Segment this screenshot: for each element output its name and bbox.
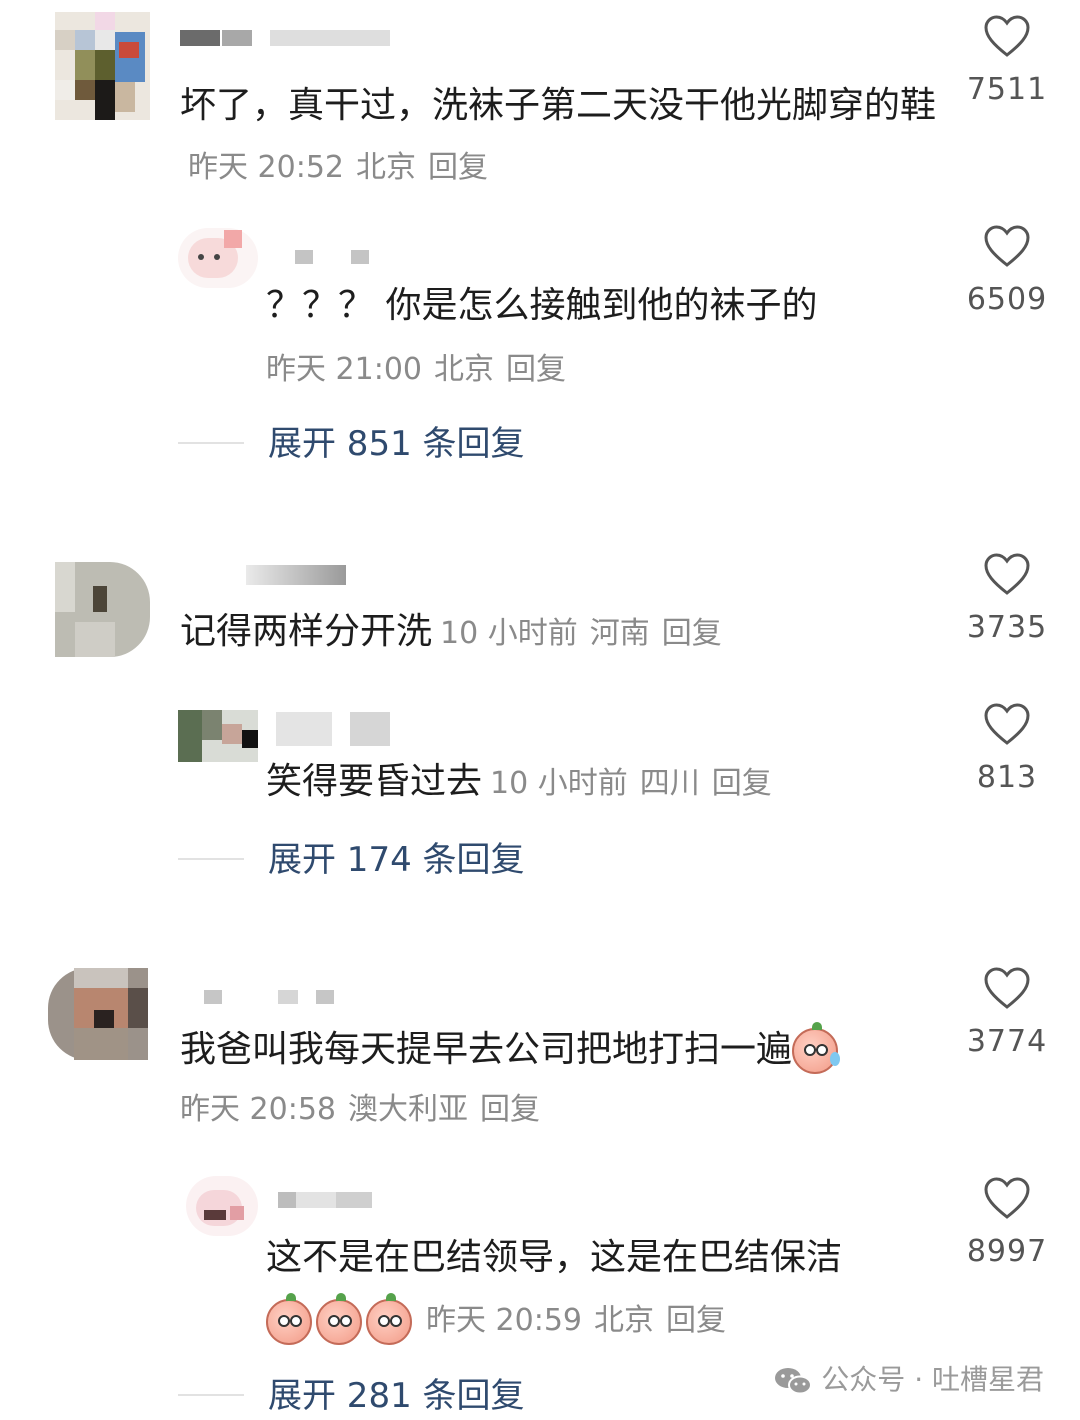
divider bbox=[178, 858, 244, 860]
reply-button[interactable]: 回复 bbox=[662, 616, 722, 651]
like-count: 7511 bbox=[966, 72, 1048, 107]
comment-meta: 10 小时前 河南 回复 bbox=[440, 616, 722, 651]
peach-covering-mouth-emoji bbox=[266, 1292, 312, 1345]
comment-meta: 昨天 20:59 北京 回复 bbox=[266, 1292, 738, 1346]
like-button[interactable]: 3735 bbox=[962, 552, 1052, 645]
reply-button[interactable]: 回复 bbox=[506, 352, 566, 387]
avatar[interactable] bbox=[55, 12, 150, 120]
reply-button[interactable]: 回复 bbox=[666, 1303, 726, 1338]
like-count: 8997 bbox=[966, 1234, 1048, 1269]
heart-icon bbox=[984, 1177, 1030, 1219]
heart-icon bbox=[984, 15, 1030, 57]
like-button[interactable]: 3774 bbox=[962, 966, 1052, 1059]
reply-button[interactable]: 回复 bbox=[428, 150, 488, 185]
comment-meta: 10 小时前 四川 回复 bbox=[490, 766, 772, 801]
like-count: 3735 bbox=[966, 610, 1048, 645]
avatar[interactable] bbox=[178, 228, 258, 288]
like-button[interactable]: 7511 bbox=[962, 14, 1052, 107]
like-count: 813 bbox=[976, 760, 1038, 795]
comment-text: 我爸叫我每天提早去公司把地打扫一遍 bbox=[180, 1022, 841, 1074]
comment-text: 笑得要昏过去 10 小时前 四川 回复 bbox=[266, 762, 784, 804]
expand-replies-label: 展开 851 条回复 bbox=[268, 424, 525, 464]
heart-icon bbox=[984, 967, 1030, 1009]
expand-replies-label: 展开 281 条回复 bbox=[268, 1376, 525, 1416]
comment-text: 坏了，真干过，洗袜子第二天没干他光脚穿的鞋昨天 20:52 北京 回复 bbox=[180, 85, 937, 185]
like-button[interactable]: 8997 bbox=[962, 1176, 1052, 1269]
like-button[interactable]: 813 bbox=[962, 702, 1052, 795]
expand-replies-button[interactable]: 展开 851 条回复 bbox=[178, 422, 578, 466]
comment-text: 记得两样分开洗 10 小时前 河南 回复 bbox=[180, 612, 734, 654]
watermark: 公众号 · 吐槽星君 bbox=[773, 1358, 1044, 1398]
username-redacted[interactable] bbox=[278, 1192, 378, 1208]
wechat-icon bbox=[775, 1368, 813, 1395]
expand-replies-button[interactable]: 展开 281 条回复 bbox=[178, 1374, 578, 1418]
like-count: 3774 bbox=[966, 1024, 1048, 1059]
heart-icon bbox=[984, 703, 1030, 745]
like-count: 6509 bbox=[966, 282, 1048, 317]
expand-replies-button[interactable]: 展开 174 条回复 bbox=[178, 838, 578, 882]
divider bbox=[178, 442, 244, 444]
comment-meta: 昨天 20:52 北京 回复 bbox=[188, 150, 488, 185]
heart-icon bbox=[984, 553, 1030, 595]
comment-text: ？？？ 你是怎么接触到他的袜子的 bbox=[266, 285, 818, 326]
peach-covering-mouth-emoji bbox=[316, 1292, 362, 1345]
reply-button[interactable]: 回复 bbox=[712, 766, 772, 801]
username-redacted[interactable] bbox=[276, 712, 396, 746]
avatar[interactable] bbox=[48, 968, 148, 1060]
like-button[interactable]: 6509 bbox=[962, 224, 1052, 317]
username-redacted[interactable] bbox=[180, 30, 390, 46]
divider bbox=[178, 1394, 244, 1396]
comment-meta: 昨天 21:00 北京 回复 bbox=[266, 352, 566, 387]
heart-icon bbox=[984, 225, 1030, 267]
username-redacted[interactable] bbox=[295, 250, 375, 266]
expand-replies-label: 展开 174 条回复 bbox=[268, 840, 525, 880]
peach-covering-mouth-emoji bbox=[366, 1292, 412, 1345]
avatar[interactable] bbox=[178, 710, 258, 762]
sweat-peach-emoji bbox=[792, 1022, 841, 1074]
avatar[interactable] bbox=[186, 1176, 258, 1236]
comment-text: 这不是在巴结领导，这是在巴结保洁 bbox=[266, 1237, 843, 1278]
reply-button[interactable]: 回复 bbox=[480, 1092, 540, 1127]
username-redacted[interactable] bbox=[204, 990, 344, 1006]
username-fragment[interactable] bbox=[246, 565, 366, 585]
comment-meta: 昨天 20:58 澳大利亚 回复 bbox=[180, 1092, 540, 1127]
avatar[interactable] bbox=[55, 562, 150, 657]
